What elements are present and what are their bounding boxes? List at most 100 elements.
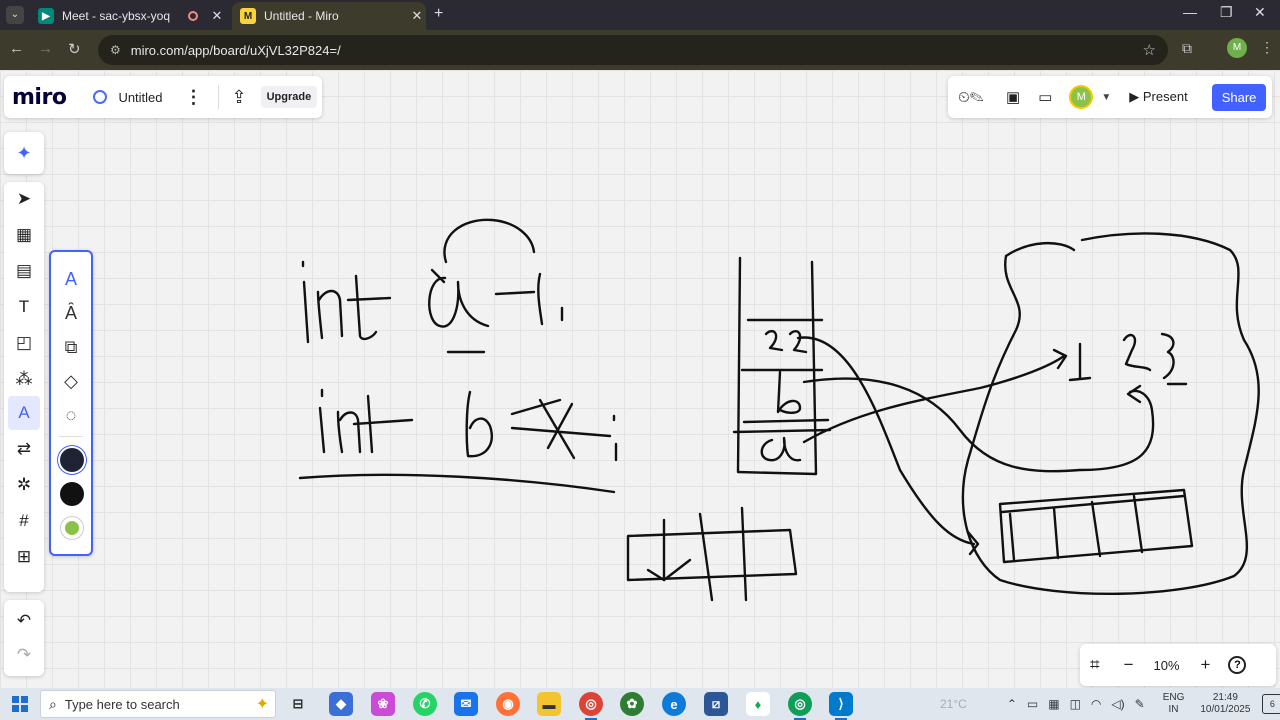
- zoom-in-icon[interactable]: +: [1201, 655, 1211, 675]
- chrome-profile-icon[interactable]: ◎: [788, 692, 812, 720]
- tab-miro[interactable]: M Untitled - Miro ✕: [232, 2, 426, 30]
- speaker-icon[interactable]: ◁): [1111, 697, 1124, 711]
- reload-icon[interactable]: ↻: [68, 40, 81, 58]
- pen-tray-icon[interactable]: ✎: [1135, 697, 1145, 711]
- zoom-out-icon[interactable]: −: [1124, 655, 1134, 675]
- close-tab-icon[interactable]: ✕: [208, 8, 226, 24]
- search-placeholder: Type here to search: [64, 696, 180, 712]
- pen-icon[interactable]: A: [8, 396, 40, 430]
- miro-canvas[interactable]: miro Untitled ⋮ ⇪ Upgrade ⏲✎ ▣ ▭ M ▼ ▶ P…: [0, 70, 1280, 688]
- diagram-icon[interactable]: ⇄: [4, 432, 44, 466]
- zoom-level[interactable]: 10%: [1154, 658, 1186, 673]
- highlighter-icon[interactable]: Ȃ: [51, 298, 91, 328]
- close-window-icon[interactable]: ✕: [1254, 4, 1266, 21]
- color-swatch-navy[interactable]: [60, 448, 84, 472]
- whatsapp-icon[interactable]: ✆: [413, 692, 437, 716]
- firefox-icon[interactable]: ◉: [496, 692, 520, 716]
- more-options-icon[interactable]: ⋮: [185, 87, 203, 108]
- shapes-icon[interactable]: ⁂: [4, 362, 44, 396]
- user-avatar[interactable]: M: [1069, 85, 1094, 109]
- tab-google-meet[interactable]: ▶ Meet - sac-ybsx-yoq ✕: [30, 2, 226, 30]
- language-indicator[interactable]: ENG IN: [1163, 692, 1185, 716]
- address-bar[interactable]: ⚙ miro.com/app/board/uXjVL32P824=/ ☆: [98, 35, 1168, 65]
- share-button[interactable]: Share: [1211, 83, 1267, 111]
- notifications-badge[interactable]: 6: [1262, 694, 1280, 714]
- ai-assist-icon[interactable]: ✦: [4, 132, 44, 174]
- mail-icon[interactable]: ✉: [454, 692, 478, 716]
- smart-draw-icon[interactable]: ⧉: [51, 332, 91, 362]
- edge-icon[interactable]: e: [662, 692, 686, 716]
- store-icon[interactable]: ⧄: [704, 692, 728, 716]
- tab-title: Meet - sac-ybsx-yoq: [62, 9, 171, 23]
- board-header: miro Untitled ⋮ ⇪ Upgrade: [4, 76, 322, 118]
- battery-icon[interactable]: ▭: [1027, 697, 1038, 711]
- chrome-icon[interactable]: ◎: [579, 692, 603, 720]
- select-icon[interactable]: ➤: [4, 182, 44, 216]
- task-view-icon[interactable]: ⊟: [286, 692, 310, 716]
- bookmark-star-icon[interactable]: ☆: [1143, 41, 1156, 59]
- undo-icon[interactable]: ↶: [4, 604, 44, 638]
- video-call-icon[interactable]: ▭: [1038, 88, 1052, 106]
- color-swatch-green[interactable]: [60, 516, 84, 540]
- url-text[interactable]: miro.com/app/board/uXjVL32P824=/: [131, 43, 1143, 58]
- help-icon[interactable]: ?: [1228, 656, 1247, 674]
- fit-to-screen-icon[interactable]: ⌗: [1090, 655, 1100, 675]
- chevron-down-icon[interactable]: ▼: [1101, 92, 1111, 103]
- meet-tray-icon[interactable]: ◫: [1070, 697, 1081, 711]
- clock[interactable]: 21:49 10/01/2025: [1200, 692, 1250, 716]
- chevron-up-icon[interactable]: ⌃: [1007, 697, 1017, 711]
- miro-icon: M: [240, 8, 256, 24]
- search-icon: ⌕: [49, 695, 57, 712]
- divider: [59, 436, 83, 437]
- sticky-note-icon[interactable]: ◰: [4, 326, 44, 360]
- text-icon[interactable]: T: [4, 290, 44, 324]
- zoom-controls: ⌗ − 10% + ?: [1080, 644, 1276, 686]
- handwritten-sketch[interactable]: [0, 70, 1280, 688]
- mind-map-icon[interactable]: ✲: [4, 468, 44, 502]
- pen-icon[interactable]: A: [51, 264, 91, 294]
- extensions-icon[interactable]: ⧉: [1182, 40, 1192, 57]
- site-info-icon[interactable]: ⚙: [110, 43, 121, 57]
- restore-icon[interactable]: ❐: [1220, 4, 1233, 21]
- history-panel: ↶ ↷: [4, 600, 44, 676]
- back-icon[interactable]: ←: [9, 40, 24, 57]
- network-icon[interactable]: ▦: [1048, 697, 1059, 711]
- board-icon: [93, 90, 108, 104]
- color-swatch-black[interactable]: [60, 482, 84, 506]
- spring-tool-icon[interactable]: ✿: [620, 692, 644, 716]
- lasso-icon[interactable]: ◌: [51, 400, 91, 430]
- swatch-dot: [65, 521, 79, 535]
- forward-icon[interactable]: →: [38, 40, 53, 57]
- file-explorer-icon[interactable]: ▬: [537, 692, 561, 716]
- wifi-icon[interactable]: ◠: [1091, 697, 1101, 711]
- new-tab-button[interactable]: +: [434, 5, 443, 23]
- frame-icon[interactable]: #: [4, 504, 44, 538]
- redo-icon[interactable]: ↷: [4, 638, 44, 672]
- board-title[interactable]: Untitled: [118, 90, 162, 105]
- reactions-icon[interactable]: ⏲✎: [958, 89, 994, 106]
- colorful-app-icon[interactable]: ❀: [371, 692, 395, 716]
- templates-icon[interactable]: ▦: [4, 218, 44, 252]
- minimize-icon[interactable]: —: [1183, 4, 1197, 20]
- mongodb-icon[interactable]: ♦: [746, 692, 770, 716]
- export-icon[interactable]: ⇪: [232, 87, 247, 108]
- system-tray: 21°C ⌃ ▭ ▦ ◫ ◠ ◁) ✎ ENG IN 21:49 10/01/2…: [940, 688, 1280, 720]
- eraser-icon[interactable]: ◇: [51, 366, 91, 396]
- add-icon[interactable]: ⊞: [4, 540, 44, 574]
- browser-menu-icon[interactable]: ⋮: [1260, 39, 1274, 56]
- taskbar-search[interactable]: ⌕ Type here to search ✦: [40, 690, 276, 718]
- windows-start-icon[interactable]: [12, 696, 28, 712]
- miro-logo[interactable]: miro: [12, 85, 67, 110]
- upgrade-button[interactable]: Upgrade: [260, 86, 318, 108]
- profile-avatar[interactable]: M: [1227, 38, 1247, 58]
- tab-title: Untitled - Miro: [264, 9, 339, 23]
- google-meet-icon: ▶: [38, 8, 54, 24]
- comment-icon[interactable]: ▤: [4, 254, 44, 288]
- copilot-icon[interactable]: ◆: [329, 692, 353, 716]
- activity-icon[interactable]: ▣: [1006, 88, 1020, 106]
- close-tab-icon[interactable]: ✕: [408, 8, 426, 24]
- present-button[interactable]: ▶ Present: [1129, 89, 1187, 105]
- vscode-icon[interactable]: ⟩: [829, 692, 853, 720]
- tab-search-button[interactable]: ⌄: [6, 6, 24, 24]
- weather-text[interactable]: 21°C: [940, 697, 967, 711]
